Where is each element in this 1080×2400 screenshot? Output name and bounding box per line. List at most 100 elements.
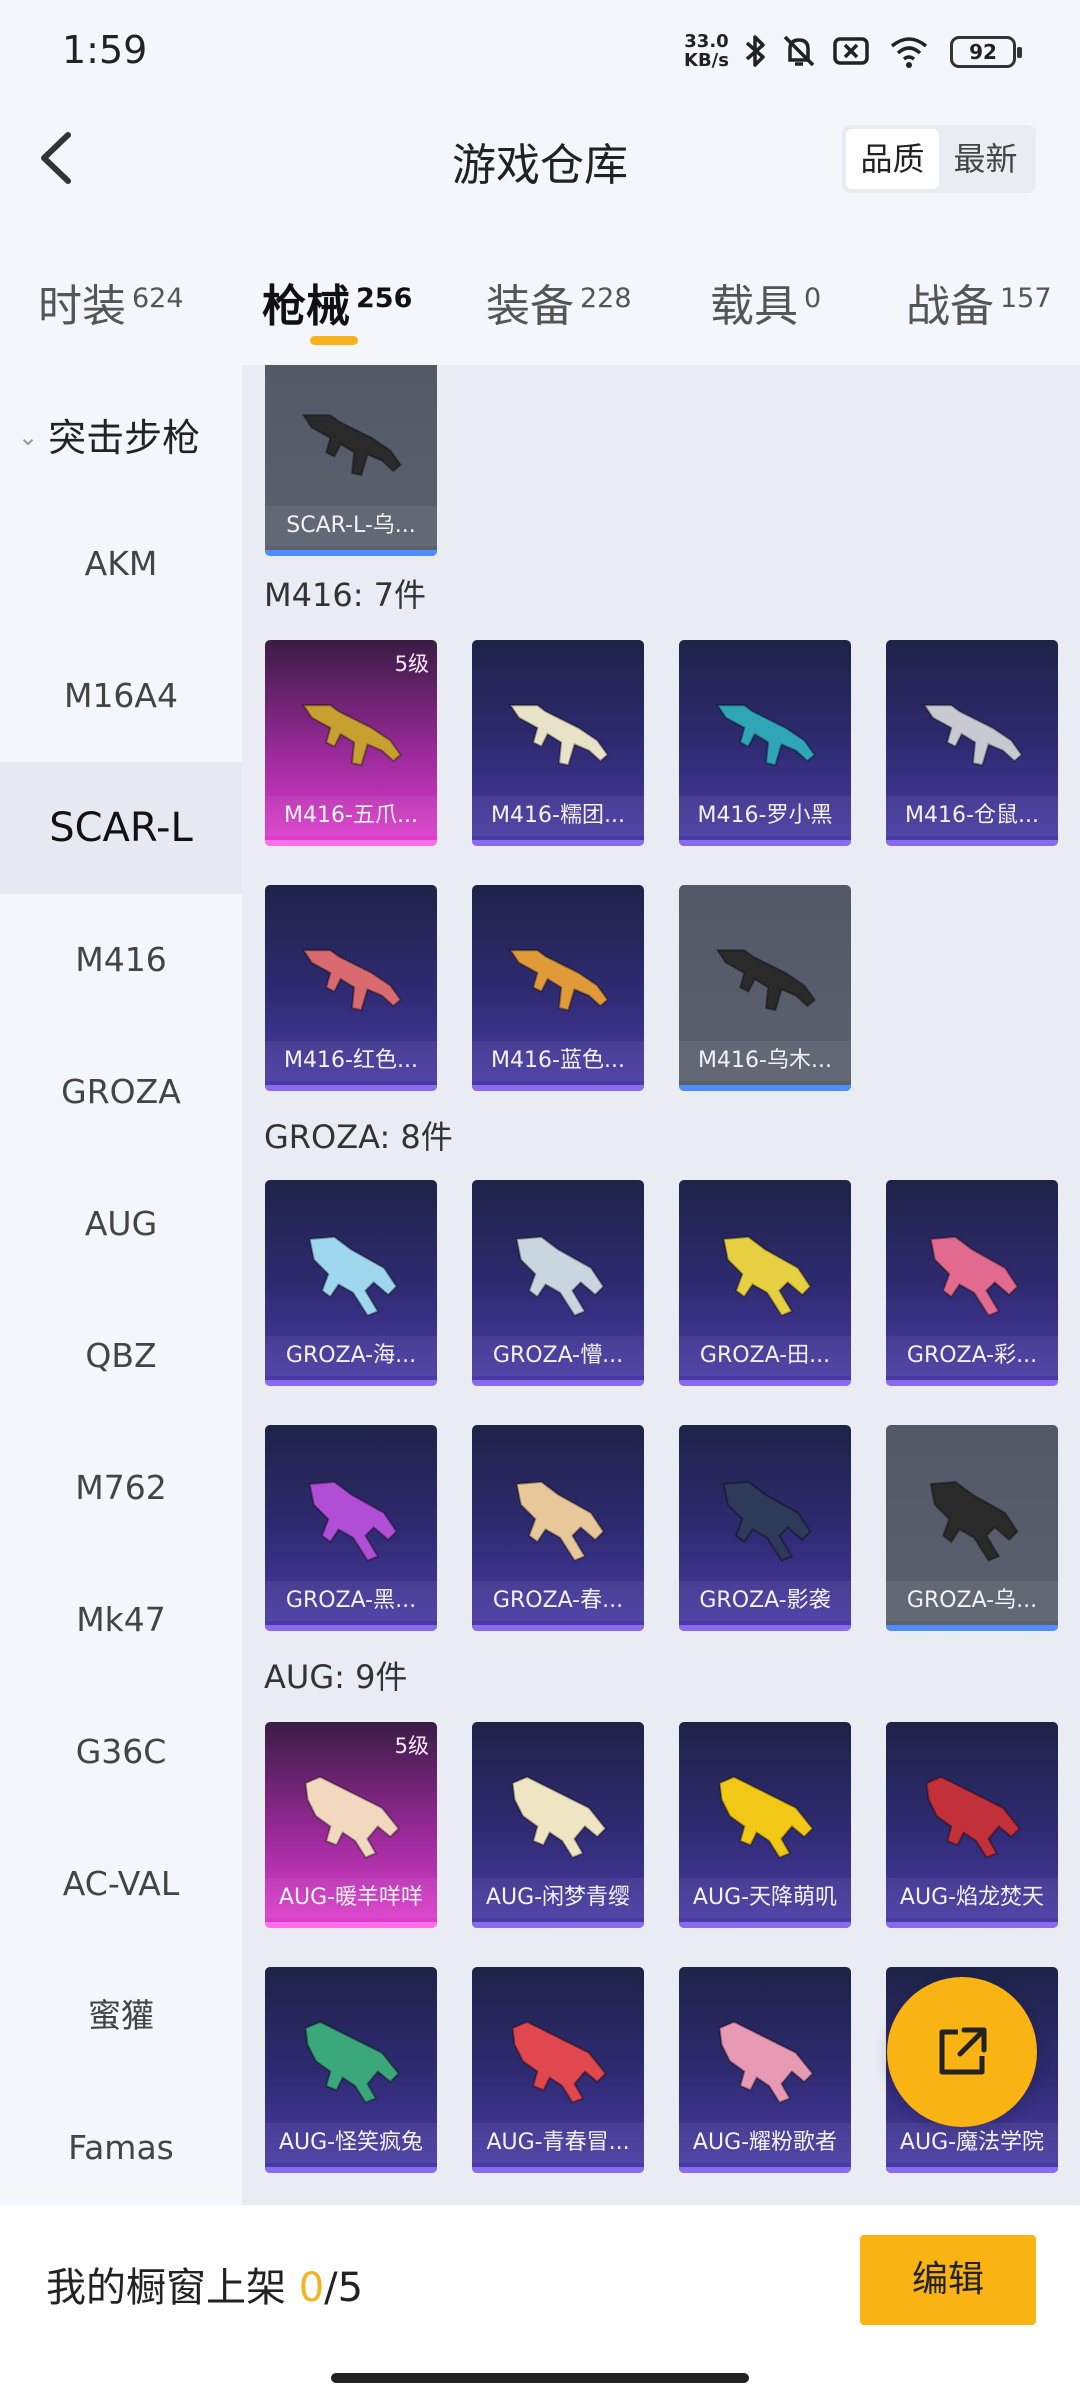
sidebar-item-m416[interactable]: M416 bbox=[0, 894, 242, 1026]
skin-name: M416-仓鼠... bbox=[886, 796, 1058, 836]
rifle-icon bbox=[511, 2020, 607, 2104]
bottom-bar: 我的橱窗上架 0/5 编辑 bbox=[0, 2205, 1080, 2400]
sidebar-item-g36c[interactable]: G36C bbox=[0, 1686, 242, 1818]
net-speed-unit: KB/s bbox=[684, 50, 729, 71]
weapon-sidebar: ⌄ 突击步枪 AKM M16A4 SCAR-L M416 GROZA AUG QB… bbox=[0, 365, 242, 2205]
rifle-icon bbox=[301, 414, 402, 477]
tab-equipment-count: 228 bbox=[580, 283, 632, 314]
skin-card[interactable]: AUG-天降萌叽 bbox=[679, 1722, 851, 1928]
tab-fashion[interactable]: 时装 624 bbox=[38, 270, 184, 334]
tab-firearms-count: 256 bbox=[356, 283, 413, 314]
skin-card[interactable]: AUG-耀粉歌者 bbox=[679, 1967, 851, 2173]
skin-card[interactable]: M416-仓鼠... bbox=[886, 640, 1058, 846]
sim-off-icon bbox=[833, 37, 869, 65]
chevron-down-icon: ⌄ bbox=[18, 423, 39, 451]
skin-card[interactable]: M416-乌木... bbox=[679, 885, 851, 1091]
skin-card[interactable]: M416-罗小黑 bbox=[679, 640, 851, 846]
sidebar-item-famas[interactable]: Famas bbox=[0, 2082, 242, 2205]
skin-name: GROZA-影袭 bbox=[679, 1581, 851, 1621]
battery-icon: 92 bbox=[950, 36, 1022, 68]
rifle-icon bbox=[718, 2020, 814, 2104]
sidebar-item-honey-badger[interactable]: 蜜獾 bbox=[0, 1950, 242, 2082]
rifle-icon bbox=[515, 1235, 605, 1317]
sidebar-item-m762[interactable]: M762 bbox=[0, 1422, 242, 1554]
sidebar-item-m16a4[interactable]: M16A4 bbox=[0, 630, 242, 762]
skin-card[interactable]: AUG-怪笑疯兔 bbox=[265, 1967, 437, 2173]
showcase-label: 我的橱窗上架 bbox=[46, 2265, 286, 2311]
sort-by-quality[interactable]: 品质 bbox=[846, 129, 939, 189]
section-title-m416: M416: 7件 bbox=[264, 576, 427, 614]
rifle-icon bbox=[722, 1480, 812, 1562]
skin-name: GROZA-海... bbox=[265, 1336, 437, 1376]
rifle-icon bbox=[508, 704, 609, 767]
showcase-count: 我的橱窗上架 0/5 bbox=[46, 2255, 363, 2313]
rifle-icon bbox=[929, 1480, 1019, 1562]
skin-card[interactable]: GROZA-懵... bbox=[472, 1180, 644, 1386]
skin-name: GROZA-乌... bbox=[886, 1581, 1058, 1621]
sidebar-item-groza[interactable]: GROZA bbox=[0, 1026, 242, 1158]
rifle-icon bbox=[304, 2020, 400, 2104]
skin-card[interactable]: AUG-青春冒... bbox=[472, 1967, 644, 2173]
rifle-icon bbox=[308, 1480, 398, 1562]
sidebar-group-label: 突击步枪 bbox=[48, 416, 201, 460]
skin-card[interactable]: SCAR-L-乌... bbox=[265, 365, 437, 556]
rifle-icon bbox=[925, 1775, 1021, 1859]
tab-firearms[interactable]: 枪械 256 bbox=[262, 270, 412, 334]
active-tab-indicator bbox=[310, 336, 358, 345]
skin-name: AUG-怪笑疯兔 bbox=[265, 2123, 437, 2163]
skin-card[interactable]: M416-糯团... bbox=[472, 640, 644, 846]
skin-card[interactable]: GROZA-春... bbox=[472, 1425, 644, 1631]
section-title-aug: AUG: 9件 bbox=[264, 1658, 408, 1696]
skin-card[interactable]: GROZA-田... bbox=[679, 1180, 851, 1386]
skin-name: AUG-青春冒... bbox=[472, 2123, 644, 2163]
skin-card[interactable]: M416-红色... bbox=[265, 885, 437, 1091]
rifle-icon bbox=[718, 1775, 814, 1859]
sidebar-item-aug[interactable]: AUG bbox=[0, 1158, 242, 1290]
skin-name: M416-蓝色... bbox=[472, 1041, 644, 1081]
skin-card[interactable]: GROZA-乌... bbox=[886, 1425, 1058, 1631]
sidebar-item-akm[interactable]: AKM bbox=[0, 498, 242, 630]
skin-card[interactable]: GROZA-海... bbox=[265, 1180, 437, 1386]
skin-card[interactable]: GROZA-影袭 bbox=[679, 1425, 851, 1631]
sidebar-item-mk47[interactable]: Mk47 bbox=[0, 1554, 242, 1686]
skin-name: M416-五爪... bbox=[265, 796, 437, 836]
wifi-icon bbox=[890, 37, 928, 68]
skin-name: AUG-暖羊咩咩 bbox=[265, 1878, 437, 1918]
status-time: 1:59 bbox=[62, 28, 148, 72]
rifle-icon bbox=[722, 1235, 812, 1317]
skin-card[interactable]: GROZA-彩... bbox=[886, 1180, 1058, 1386]
skin-card[interactable]: 5级 AUG-暖羊咩咩 bbox=[265, 1722, 437, 1928]
skin-name: AUG-耀粉歌者 bbox=[679, 2123, 851, 2163]
edit-button[interactable]: 编辑 bbox=[860, 2235, 1036, 2325]
tab-vehicles-count: 0 bbox=[804, 283, 822, 314]
showcase-current: 0 bbox=[298, 2265, 325, 2311]
sidebar-group-assault-rifles[interactable]: ⌄ 突击步枪 bbox=[18, 407, 200, 462]
skin-card[interactable]: AUG-焰龙焚天 bbox=[886, 1722, 1058, 1928]
sort-by-newest[interactable]: 最新 bbox=[939, 129, 1032, 189]
tab-equipment[interactable]: 装备 228 bbox=[486, 270, 632, 334]
net-speed-value: 33.0 bbox=[684, 31, 729, 52]
category-tabs: 时装 624 枪械 256 装备 228 载具 0 战备 157 bbox=[0, 240, 1080, 350]
sidebar-item-qbz[interactable]: QBZ bbox=[0, 1290, 242, 1422]
share-button[interactable] bbox=[887, 1977, 1037, 2127]
tab-supplies-count: 157 bbox=[1000, 283, 1052, 314]
skin-name: M416-糯团... bbox=[472, 796, 644, 836]
sidebar-item-scar-l[interactable]: SCAR-L bbox=[0, 762, 242, 894]
rifle-icon bbox=[508, 949, 609, 1012]
rifle-icon bbox=[515, 1480, 605, 1562]
share-external-icon bbox=[939, 2027, 987, 2075]
skin-name: GROZA-春... bbox=[472, 1581, 644, 1621]
skin-card[interactable]: 5级 M416-五爪... bbox=[265, 640, 437, 846]
tab-supplies[interactable]: 战备 157 bbox=[906, 270, 1052, 334]
skin-name: GROZA-黑... bbox=[265, 1581, 437, 1621]
skin-card[interactable]: M416-蓝色... bbox=[472, 885, 644, 1091]
skin-card[interactable]: AUG-闲梦青缨 bbox=[472, 1722, 644, 1928]
sidebar-item-ac-val[interactable]: AC-VAL bbox=[0, 1818, 242, 1950]
rifle-icon bbox=[301, 704, 402, 767]
skin-name: SCAR-L-乌... bbox=[265, 506, 437, 546]
skin-name: M416-乌木... bbox=[679, 1041, 851, 1081]
skin-name: AUG-焰龙焚天 bbox=[886, 1878, 1058, 1918]
tab-vehicles[interactable]: 载具 0 bbox=[710, 270, 821, 334]
skin-card[interactable]: GROZA-黑... bbox=[265, 1425, 437, 1631]
home-indicator[interactable] bbox=[331, 2373, 749, 2383]
